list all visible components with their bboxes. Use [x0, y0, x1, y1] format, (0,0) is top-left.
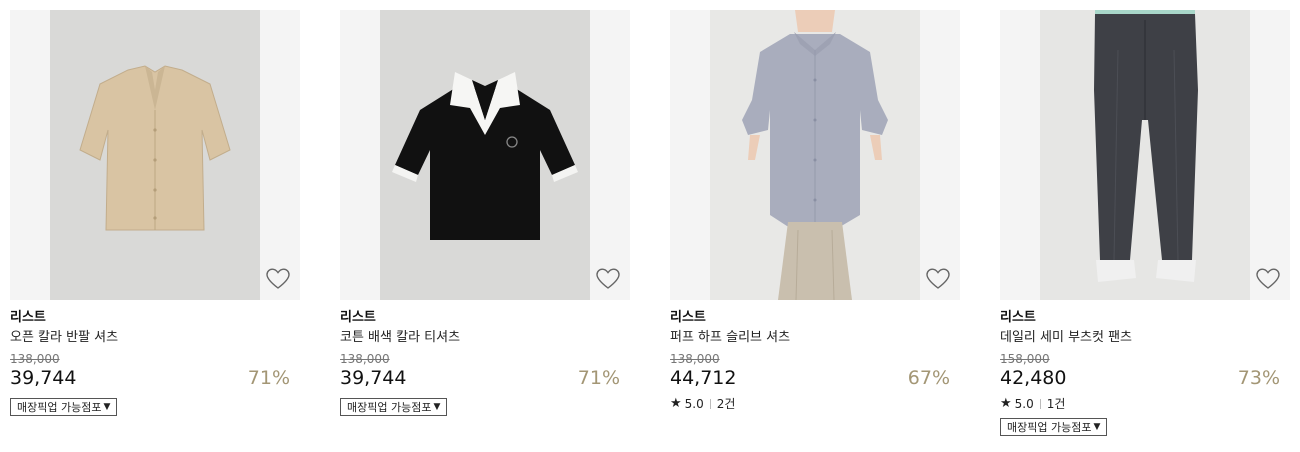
- product-card[interactable]: 리스트 퍼프 하프 슬리브 셔츠 138,000 44,712 67% ★ 5.…: [670, 10, 960, 412]
- rating-value: 5.0: [684, 397, 704, 411]
- product-card[interactable]: 리스트 오픈 칼라 반팔 셔츠 138,000 39,744 71% 매장픽업 …: [10, 10, 300, 416]
- review-count: 1건: [1046, 397, 1066, 411]
- caret-down-icon: ▼: [103, 402, 111, 412]
- brand-name[interactable]: 리스트: [340, 310, 630, 326]
- caret-down-icon: ▼: [433, 402, 441, 412]
- store-pickup-dropdown[interactable]: 매장픽업 가능점포 ▼: [340, 398, 448, 416]
- discount-rate: 73%: [1237, 367, 1280, 389]
- sale-price: 44,712: [670, 367, 737, 389]
- heart-outline-icon[interactable]: [926, 268, 950, 290]
- sale-price: 39,744: [340, 367, 407, 389]
- heart-outline-icon[interactable]: [266, 268, 290, 290]
- store-pickup-label: 매장픽업 가능점포: [1007, 421, 1092, 434]
- star-icon: ★: [670, 396, 682, 411]
- product-name[interactable]: 코튼 배색 칼라 티셔츠: [340, 329, 630, 346]
- sale-price: 42,480: [1000, 367, 1067, 389]
- discount-rate: 71%: [247, 367, 290, 389]
- product-card[interactable]: 리스트 코튼 배색 칼라 티셔츠 138,000 39,744 71% 매장픽업…: [340, 10, 630, 416]
- price-row: 42,480 73%: [1000, 366, 1290, 390]
- heart-outline-icon[interactable]: [1256, 268, 1280, 290]
- brand-name[interactable]: 리스트: [1000, 310, 1290, 326]
- product-name[interactable]: 데일리 세미 부츠컷 팬츠: [1000, 329, 1290, 346]
- star-icon: ★: [1000, 396, 1012, 411]
- brand-name[interactable]: 리스트: [10, 310, 300, 326]
- product-thumbnail[interactable]: [340, 10, 630, 300]
- original-price: 138,000: [670, 352, 720, 366]
- discount-rate: 71%: [577, 367, 620, 389]
- store-pickup-dropdown[interactable]: 매장픽업 가능점포 ▼: [1000, 418, 1108, 436]
- caret-down-icon: ▼: [1093, 422, 1101, 432]
- brand-name[interactable]: 리스트: [670, 310, 960, 326]
- original-price: 138,000: [340, 352, 390, 366]
- product-name[interactable]: 오픈 칼라 반팔 셔츠: [10, 329, 300, 346]
- product-thumbnail[interactable]: [1000, 10, 1290, 300]
- rating-value: 5.0: [1014, 397, 1034, 411]
- product-image-lavender-shirt[interactable]: [710, 10, 920, 300]
- product-name[interactable]: 퍼프 하프 슬리브 셔츠: [670, 329, 960, 346]
- review-count: 2건: [716, 397, 736, 411]
- sale-price: 39,744: [10, 367, 77, 389]
- product-image-charcoal-pants[interactable]: [1040, 10, 1250, 300]
- review-summary[interactable]: ★ 5.0 1건: [1000, 396, 1290, 412]
- price-row: 44,712 67%: [670, 366, 960, 390]
- original-price: 138,000: [10, 352, 60, 366]
- discount-rate: 67%: [907, 367, 950, 389]
- store-pickup-label: 매장픽업 가능점포: [17, 401, 102, 414]
- product-grid: 리스트 오픈 칼라 반팔 셔츠 138,000 39,744 71% 매장픽업 …: [0, 0, 1300, 452]
- product-card[interactable]: 리스트 데일리 세미 부츠컷 팬츠 158,000 42,480 73% ★ 5…: [1000, 10, 1290, 436]
- product-image-beige-shirt[interactable]: [50, 10, 260, 300]
- original-price: 158,000: [1000, 352, 1050, 366]
- review-summary[interactable]: ★ 5.0 2건: [670, 396, 960, 412]
- price-row: 39,744 71%: [340, 366, 630, 390]
- divider: [709, 399, 711, 409]
- product-image-black-polo[interactable]: [380, 10, 590, 300]
- divider: [1039, 399, 1041, 409]
- heart-outline-icon[interactable]: [596, 268, 620, 290]
- store-pickup-dropdown[interactable]: 매장픽업 가능점포 ▼: [10, 398, 118, 416]
- price-row: 39,744 71%: [10, 366, 300, 390]
- product-thumbnail[interactable]: [670, 10, 960, 300]
- store-pickup-label: 매장픽업 가능점포: [347, 401, 432, 414]
- product-thumbnail[interactable]: [10, 10, 300, 300]
